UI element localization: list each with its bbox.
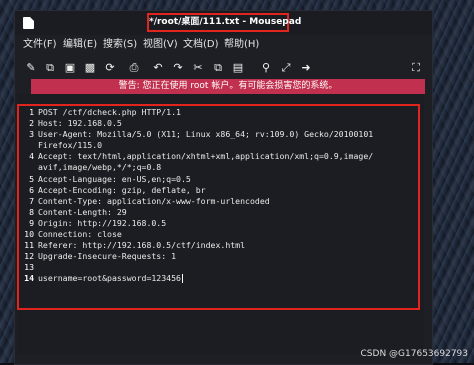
editor-line: 11 Referer: http://192.168.0.5/ctf/index.… [21, 240, 419, 251]
text-cursor [181, 274, 183, 284]
line-number: 6 [29, 184, 34, 195]
save-as-icon[interactable]: ▩ [83, 61, 97, 75]
new-document-icon[interactable]: ✎ [24, 61, 38, 75]
line-number: 11 [24, 240, 34, 251]
line-number: 4 [29, 151, 34, 162]
line-text: POST /ctf/dcheck.php HTTP/1.1 [38, 107, 181, 117]
line-text: Origin: http://192.168.0.5 [38, 217, 167, 228]
line-number: 3 [29, 129, 34, 140]
editor-line: 4 Accept: text/html,application/xhtml+xml… [21, 151, 419, 162]
editor-line: 5 Accept-Language: en-US,en;q=0.5 [21, 174, 419, 185]
menu-file[interactable]: 文件(F) [23, 38, 57, 52]
line-text: Referer: http://192.168.0.5/ctf/index.ht… [38, 240, 246, 251]
fullscreen-icon[interactable]: ⛶ [409, 61, 423, 75]
document-icon [23, 17, 34, 29]
title-bar[interactable]: */root/桌面/111.txt - Mousepad [15, 11, 432, 35]
line-text: Content-Type: application/x-www-form-url… [38, 195, 270, 206]
editor-line: 12 Upgrade-Insecure-Requests: 1 [21, 251, 419, 262]
editor-line: 3 User-Agent: Mozilla/5.0 (X11; Linux x86… [21, 129, 419, 140]
line-text: User-Agent: Mozilla/5.0 (X11; Linux x86_… [38, 129, 374, 140]
editor-line: 7 Content-Type: application/x-www-form-ur… [21, 196, 419, 207]
line-number: 10 [24, 229, 34, 240]
title-highlight-box: */root/桌面/111.txt - Mousepad [147, 13, 302, 32]
editor-lines: 1 POST /ctf/dcheck.php HTTP/1.1 2 Host: 19… [21, 107, 419, 285]
cut-icon[interactable]: ✂ [191, 61, 205, 75]
menu-help[interactable]: 帮助(H) [224, 38, 259, 52]
editor-line: 1 POST /ctf/dcheck.php HTTP/1.1 [21, 107, 419, 118]
editor-line: 13 [21, 262, 419, 273]
line-text: username=root&password=123456 [38, 273, 181, 284]
line-text: avif,image/webp,*/*;q=0.8 [38, 162, 162, 173]
line-text: Accept-Language: en-US,en;q=0.5 [38, 173, 191, 184]
line-number: 14 [24, 273, 34, 284]
go-to-icon[interactable]: ➜ [299, 61, 313, 75]
line-text: Content-Length: 29 [38, 206, 127, 217]
text-editor[interactable]: 1 POST /ctf/dcheck.php HTTP/1.1 2 Host: 19… [17, 94, 424, 354]
line-text: Firefox/115.0 [38, 140, 103, 151]
line-number: 1 [29, 107, 34, 117]
line-number: 12 [24, 251, 34, 262]
line-number: 2 [29, 118, 34, 129]
line-text: Host: 192.168.0.5 [38, 118, 122, 129]
paste-icon[interactable]: ▤ [231, 61, 245, 75]
line-text: Accept-Encoding: gzip, deflate, br [38, 184, 206, 195]
line-number: 13 [24, 262, 34, 273]
redo-icon[interactable]: ↷ [171, 61, 185, 75]
menu-edit[interactable]: 编辑(E) [63, 38, 97, 52]
editor-line-wrapped: Firefox/115.0 [21, 140, 419, 151]
find-replace-icon[interactable]: ⤢ [279, 61, 293, 75]
find-icon[interactable]: ⚲ [259, 61, 273, 75]
line-number: 7 [29, 195, 34, 206]
line-number: 9 [29, 217, 34, 228]
menu-search[interactable]: 搜索(S) [103, 38, 137, 52]
editor-line: 6 Accept-Encoding: gzip, deflate, br [21, 185, 419, 196]
menu-document[interactable]: 文档(D) [183, 38, 219, 52]
editor-line: 10 Connection: close [21, 229, 419, 240]
line-number: 5 [29, 173, 34, 184]
mousepad-window: */root/桌面/111.txt - Mousepad 文件(F) 编辑(E)… [14, 10, 433, 365]
editor-line: 9 Origin: http://192.168.0.5 [21, 218, 419, 229]
editor-line: 8 Content-Length: 29 [21, 207, 419, 218]
window-title: */root/桌面/111.txt - Mousepad [149, 17, 302, 27]
line-text: Connection: close [38, 229, 122, 240]
editor-line: 2 Host: 192.168.0.5 [21, 118, 419, 129]
editor-line-current: 14 username=root&password=123456 [21, 273, 419, 284]
line-number: 8 [29, 206, 34, 217]
line-text: Upgrade-Insecure-Requests: 1 [38, 251, 177, 262]
save-icon[interactable]: ▣ [63, 61, 77, 75]
editor-line-wrapped: avif,image/webp,*/*;q=0.8 [21, 162, 419, 173]
reload-icon[interactable]: ⟳ [103, 61, 117, 75]
menu-view[interactable]: 视图(V) [143, 38, 178, 52]
undo-icon[interactable]: ↶ [151, 61, 165, 75]
print-icon[interactable]: ⎙ [127, 61, 141, 75]
menu-bar: 文件(F) 编辑(E) 搜索(S) 视图(V) 文档(D) 帮助(H) [15, 37, 432, 55]
root-warning-bar: 警告: 您正在使用 root 帐户。有可能会损害您的系统。 [31, 79, 425, 94]
new-window-icon[interactable]: ⧉ [43, 61, 57, 75]
toolbar: ✎ ⧉ ▣ ▩ ⟳ ⎙ ↶ ↷ ✂ ⧉ ▤ ⚲ ⤢ ➜ ⛶ [15, 58, 432, 80]
line-text: Accept: text/html,application/xhtml+xml,… [38, 151, 374, 162]
copy-icon[interactable]: ⧉ [211, 61, 225, 75]
csdn-watermark: CSDN @G17653692793 [360, 349, 468, 359]
